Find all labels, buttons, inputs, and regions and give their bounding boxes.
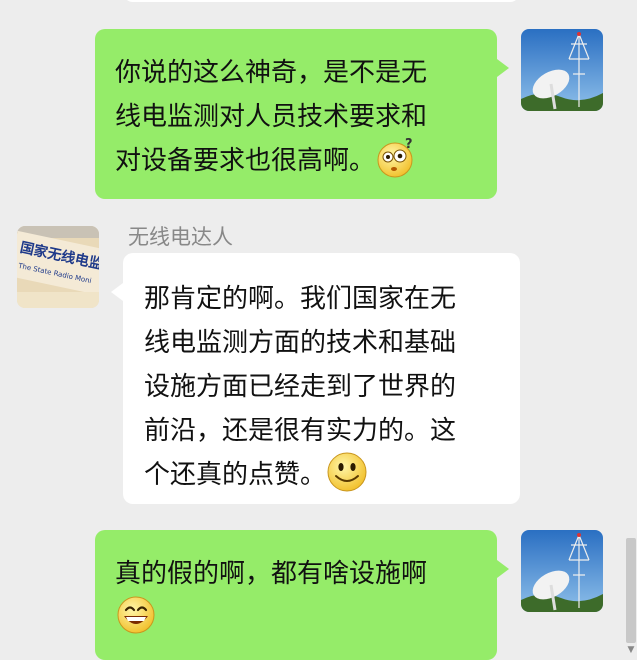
smile-face-icon (326, 451, 368, 493)
sender-name: 无线电达人 (128, 225, 233, 249)
message-text: 那肯定的啊。我们国家在无 线电监测方面的技术和基础 设施方面已经走到了世界的 前… (144, 284, 457, 490)
contact-avatar[interactable]: 国家无线电监 The State Radio Moni (17, 226, 99, 308)
scrollbar-thumb[interactable] (626, 538, 636, 643)
message-text: 真的假的啊，都有啥设施啊 (115, 559, 428, 589)
my-avatar[interactable] (521, 29, 603, 111)
scroll-down-arrow-icon[interactable]: ▼ (626, 645, 636, 655)
my-message-bubble-1[interactable]: 你说的这么神奇，是不是无 线电监测对人员技术要求和 对设备要求也很高啊。 ? (95, 29, 509, 199)
contact-message-bubble[interactable]: 那肯定的啊。我们国家在无 线电监测方面的技术和基础 设施方面已经走到了世界的 前… (111, 253, 520, 504)
my-avatar[interactable] (521, 530, 603, 612)
svg-text:?: ? (405, 137, 413, 152)
previous-message-bubble-edge (123, 0, 520, 2)
confused-face-icon: ? (375, 137, 417, 179)
grin-face-icon (115, 594, 157, 636)
my-message-bubble-2[interactable]: 真的假的啊，都有啥设施啊 (95, 530, 509, 660)
